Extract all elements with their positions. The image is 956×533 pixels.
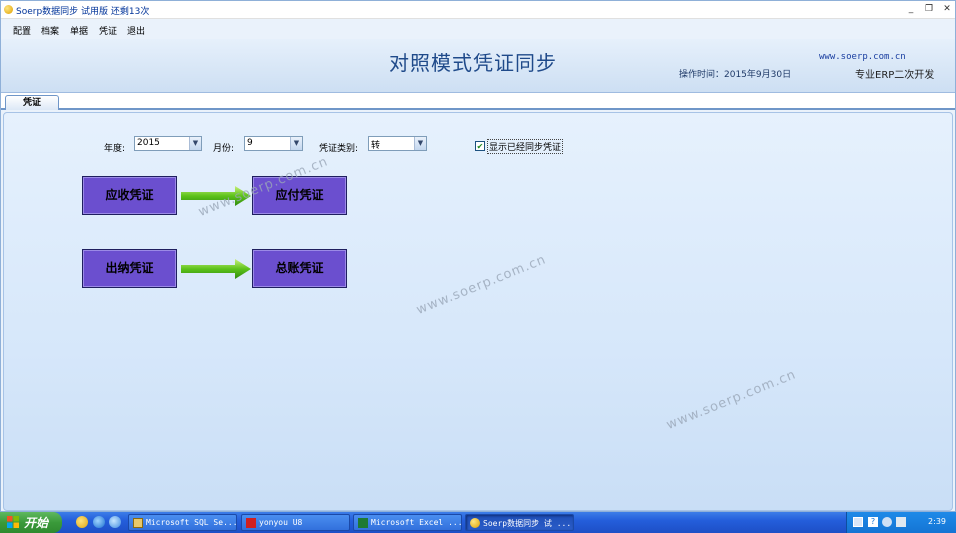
operation-time: 操作时间：2015年9月30日 <box>679 70 792 80</box>
soerp-icon <box>470 518 480 528</box>
watermark: www.soerp.com.cn <box>664 367 799 433</box>
month-select[interactable]: 9 ▼ <box>244 136 303 151</box>
task-soerp[interactable]: Soerp数据同步 试 ... <box>465 514 574 531</box>
header-banner: 对照模式凭证同步 www.soerp.com.cn 操作时间：2015年9月30… <box>1 39 955 93</box>
cashier-voucher-button[interactable]: 出纳凭证 <box>82 249 177 288</box>
ie-icon[interactable] <box>93 516 105 528</box>
website-url: www.soerp.com.cn <box>819 52 906 62</box>
ledger-voucher-button[interactable]: 总账凭证 <box>252 249 347 288</box>
app-window: Soerp数据同步 试用版 还剩13次 _ ❐ ✕ 配置 档案 单据 凭证 退出… <box>0 0 956 512</box>
receivable-voucher-button[interactable]: 应收凭证 <box>82 176 177 215</box>
show-desktop-icon[interactable] <box>109 516 121 528</box>
task-sql-server[interactable]: Microsoft SQL Se... <box>128 514 237 531</box>
excel-icon <box>358 518 368 528</box>
show-synced-label[interactable]: 显示已经同步凭证 <box>487 139 564 154</box>
voucher-type-select[interactable]: 转 ▼ <box>368 136 427 151</box>
sql-server-icon <box>133 518 143 528</box>
app-icon <box>4 5 13 14</box>
window-title: Soerp数据同步 试用版 还剩13次 <box>16 7 150 17</box>
system-tray: ? 2:39 <box>846 512 956 533</box>
yonyou-icon <box>246 518 256 528</box>
start-button[interactable]: 开始 <box>0 512 62 533</box>
menu-documents[interactable]: 单据 <box>70 24 88 37</box>
slogan: 专业ERP二次开发 <box>855 70 935 81</box>
maximize-button[interactable]: ❐ <box>922 3 936 16</box>
chevron-down-icon[interactable]: ▼ <box>290 137 302 150</box>
menu-archive[interactable]: 档案 <box>41 24 59 37</box>
menu-bar: 配置 档案 单据 凭证 退出 <box>1 20 301 38</box>
voucher-panel: 年度: 2015 ▼ 月份: 9 ▼ 凭证类别: 转 ▼ ✔ 显示已经同步凭证 … <box>3 112 953 511</box>
watermark: www.soerp.com.cn <box>414 252 549 318</box>
task-excel[interactable]: Microsoft Excel ... <box>353 514 462 531</box>
help-icon[interactable]: ? <box>868 517 878 527</box>
year-label: 年度: <box>104 144 126 154</box>
task-yonyou[interactable]: yonyou U8 <box>241 514 350 531</box>
menu-config[interactable]: 配置 <box>13 24 31 37</box>
display-icon[interactable] <box>896 517 906 527</box>
tab-strip: 凭证 <box>1 93 955 110</box>
close-button[interactable]: ✕ <box>940 3 954 16</box>
show-synced-checkbox[interactable]: ✔ <box>475 141 485 151</box>
title-bar[interactable]: Soerp数据同步 试用版 还剩13次 _ ❐ ✕ <box>1 1 955 19</box>
taskbar: 开始 Microsoft SQL Se... yonyou U8 Microso… <box>0 512 956 533</box>
page-title: 对照模式凭证同步 <box>389 51 557 75</box>
chevron-down-icon[interactable]: ▼ <box>189 137 201 150</box>
voucher-type-label: 凭证类别: <box>319 144 359 154</box>
year-select[interactable]: 2015 ▼ <box>134 136 202 151</box>
quicklaunch-icon[interactable] <box>76 516 88 528</box>
keyboard-icon[interactable] <box>853 517 863 527</box>
menu-exit[interactable]: 退出 <box>127 24 145 37</box>
windows-logo-icon <box>7 516 19 528</box>
network-icon[interactable] <box>882 517 892 527</box>
tab-voucher[interactable]: 凭证 <box>5 95 59 110</box>
arrow-right-icon <box>181 259 251 279</box>
clock: 2:39 <box>928 517 946 526</box>
start-label: 开始 <box>24 516 49 530</box>
month-label: 月份: <box>213 144 235 154</box>
menu-voucher[interactable]: 凭证 <box>99 24 117 37</box>
chevron-down-icon[interactable]: ▼ <box>414 137 426 150</box>
minimize-button[interactable]: _ <box>904 3 918 16</box>
